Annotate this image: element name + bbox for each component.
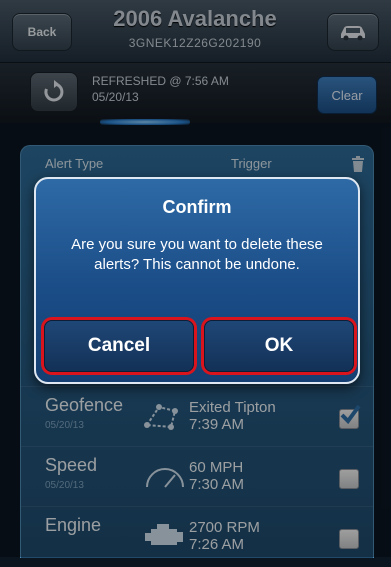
confirm-dialog: Confirm Are you sure you want to delete … [34,177,360,384]
cancel-button[interactable]: Cancel [44,320,194,372]
dialog-title: Confirm [162,197,232,217]
ok-button[interactable]: OK [204,320,354,372]
dialog-message: Are you sure you want to delete these al… [71,236,323,273]
